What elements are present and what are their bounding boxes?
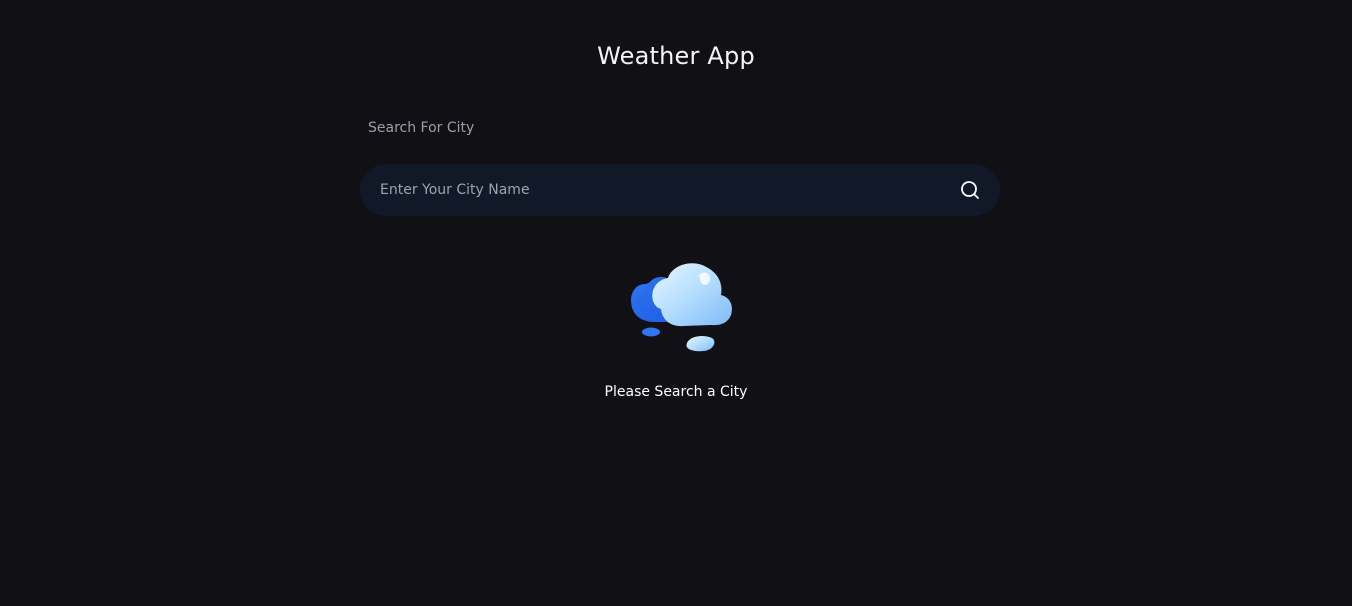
search-bar (360, 164, 1000, 216)
search-button[interactable] (958, 178, 982, 202)
city-search-input[interactable] (360, 164, 940, 216)
cloud-icon (626, 256, 738, 356)
search-label: Search For City (368, 120, 475, 136)
empty-state-message: Please Search a City (604, 384, 748, 400)
weather-app: Weather App Search For City Enter Your C… (0, 0, 1352, 606)
search-icon (961, 181, 979, 199)
page-title: Weather App (597, 42, 755, 70)
